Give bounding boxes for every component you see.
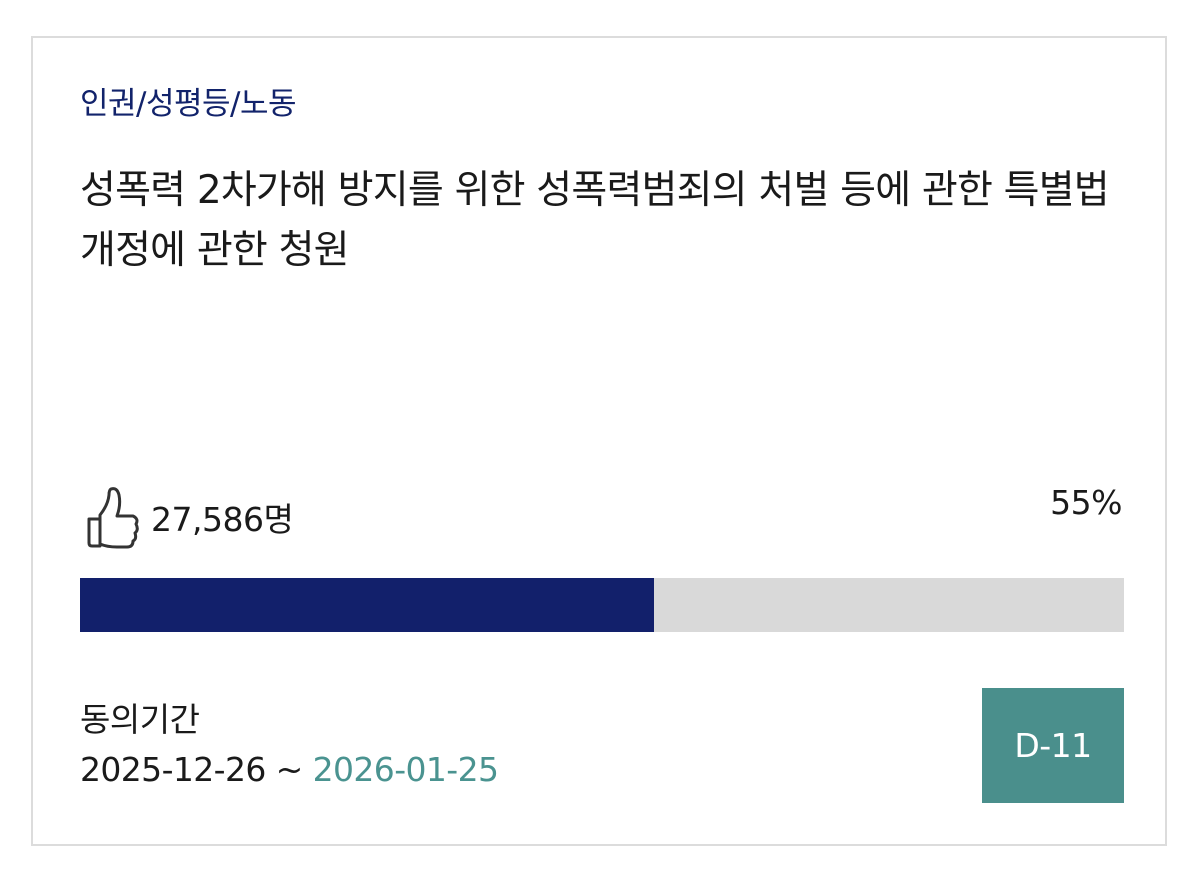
petition-category: 인권/성평등/노동 <box>80 86 297 122</box>
agree-percent: 55% <box>1050 483 1122 522</box>
period-end-date: 2026-01-25 <box>312 750 499 789</box>
d-day-badge: D-11 <box>982 688 1124 803</box>
petition-title[interactable]: 성폭력 2차가해 방지를 위한 성폭력범죄의 처벌 등에 관한 특별법 개정에 … <box>80 161 1120 281</box>
period-label: 동의기간 <box>80 700 200 739</box>
petition-card[interactable]: 인권/성평등/노동 성폭력 2차가해 방지를 위한 성폭력범죄의 처벌 등에 관… <box>31 36 1167 846</box>
period-separator: ~ <box>265 750 313 789</box>
progress-bar-fill <box>80 578 655 632</box>
period-dates: 2025-12-26 ~ 2026-01-25 <box>80 750 499 789</box>
agree-count: 27,586명 <box>151 500 294 539</box>
thumbs-up-icon <box>87 487 139 549</box>
agree-stats: 27,586명 55% <box>80 483 1124 553</box>
progress-bar <box>80 578 1124 632</box>
period-start-date: 2025-12-26 <box>80 750 266 789</box>
